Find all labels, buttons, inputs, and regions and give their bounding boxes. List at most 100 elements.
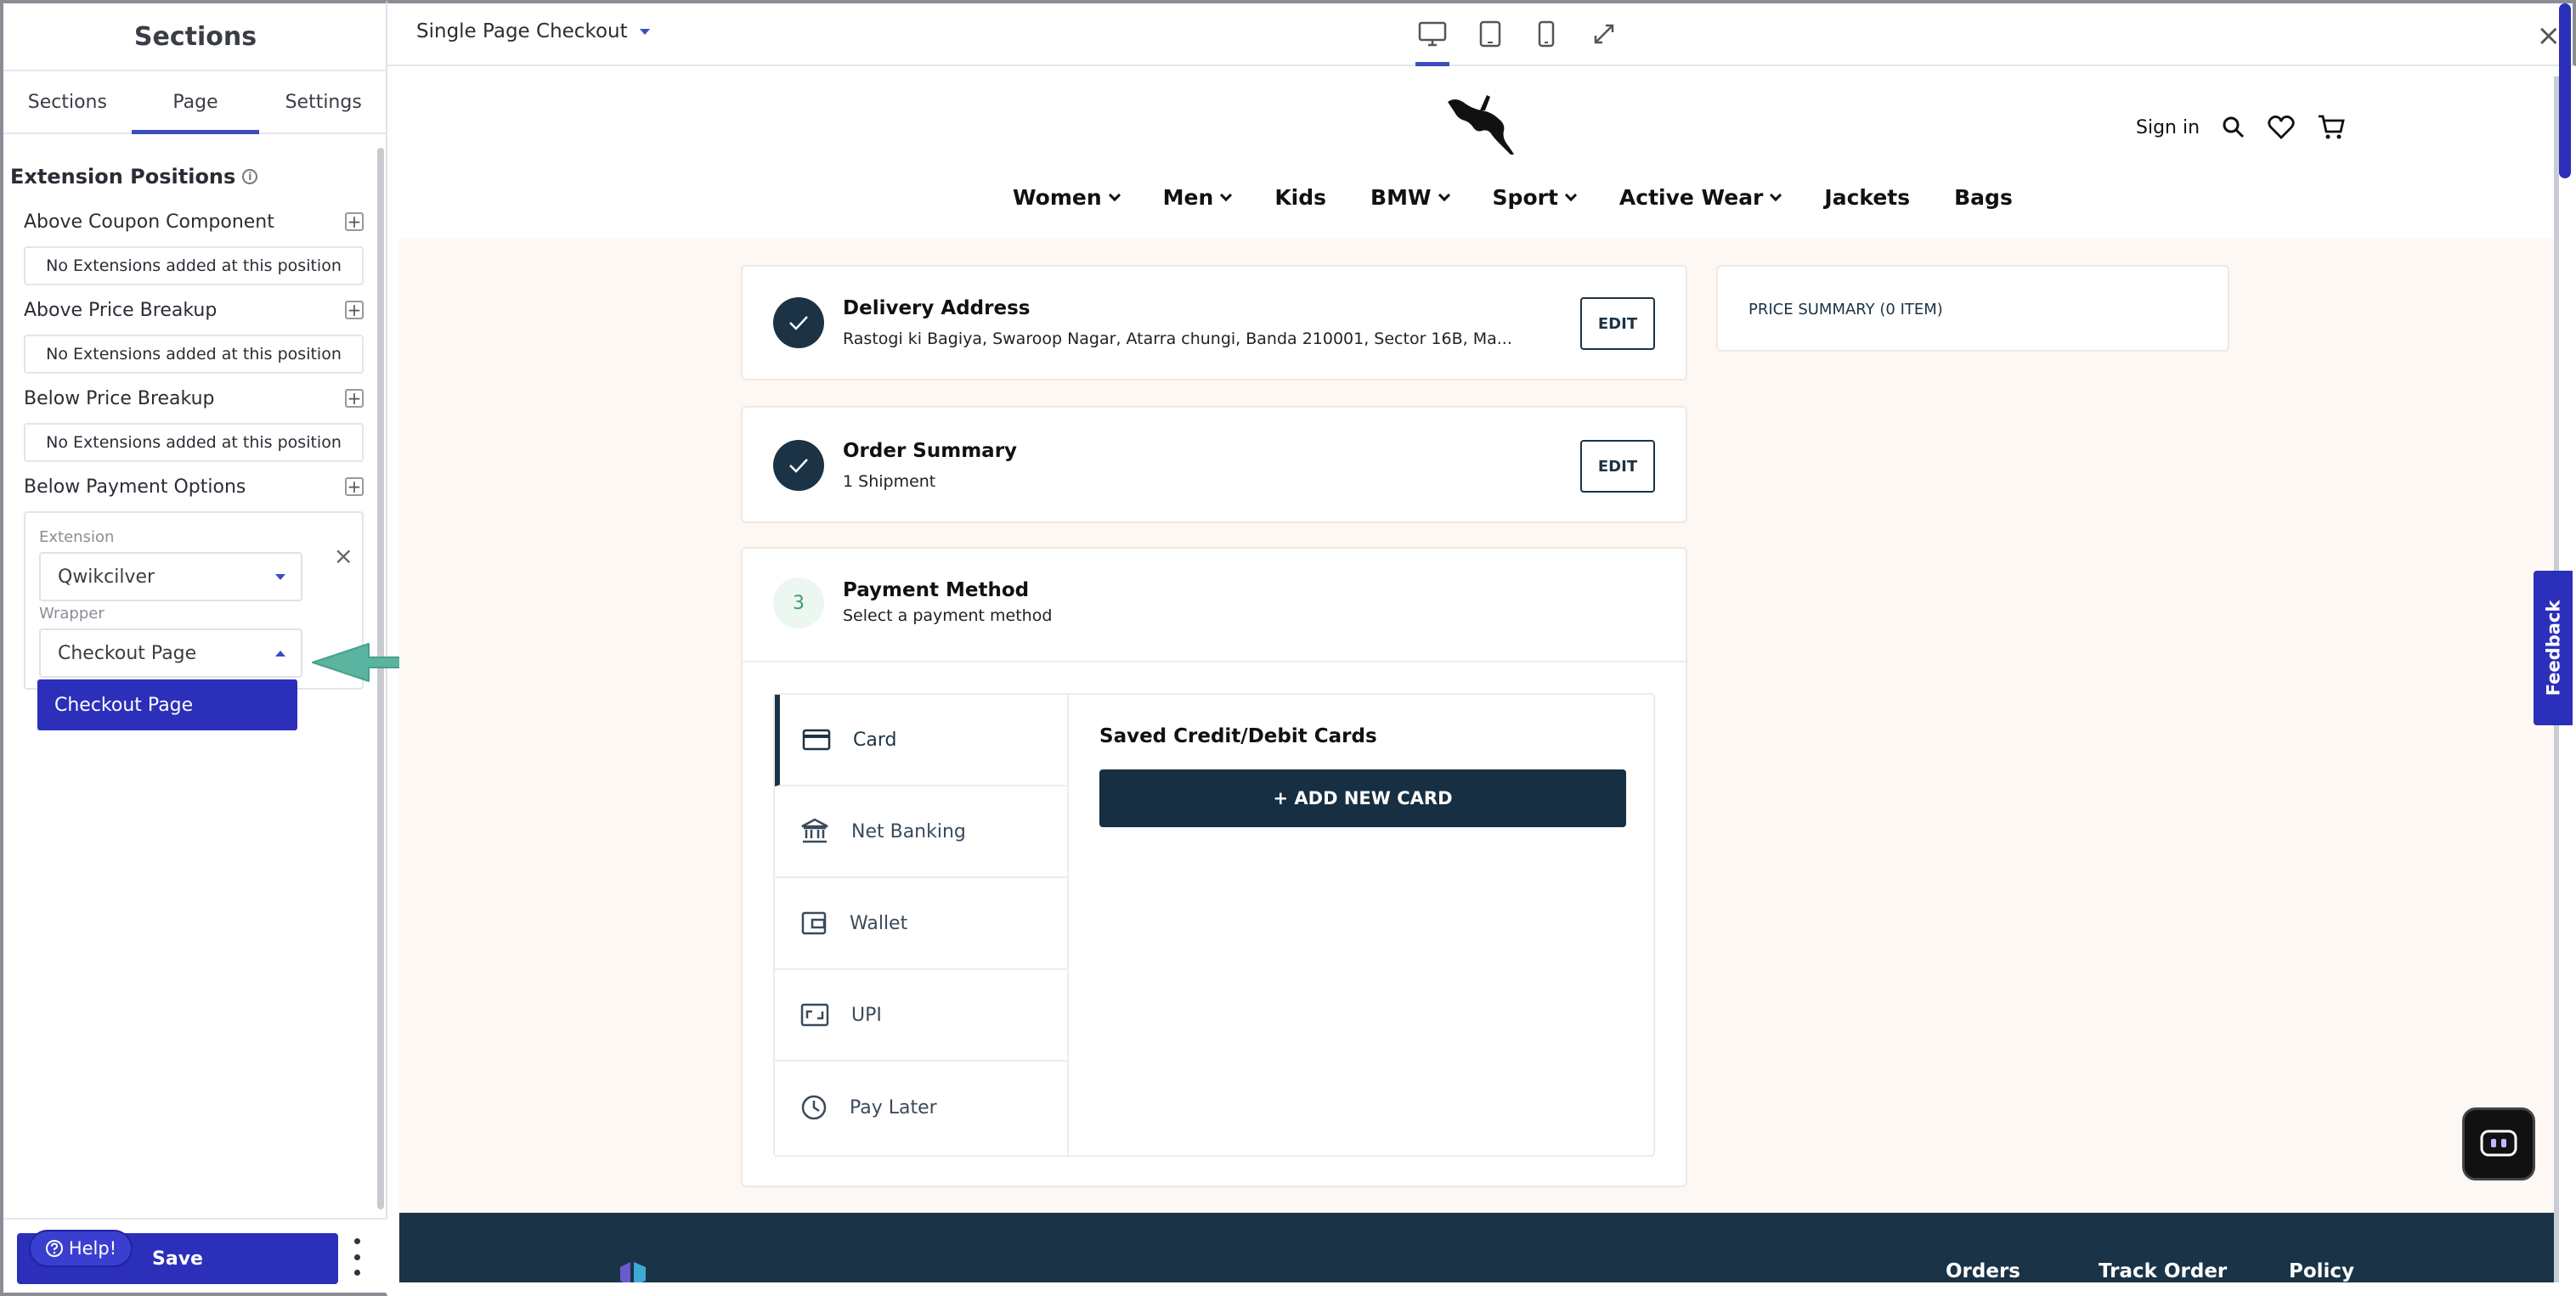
position-above-coupon: Above Coupon Component + xyxy=(24,207,364,236)
add-extension-plus-icon[interactable]: + xyxy=(345,477,364,496)
payment-method-net-banking[interactable]: Net Banking xyxy=(775,786,1067,878)
right-edge-scroll-handle[interactable] xyxy=(2559,3,2571,178)
info-icon[interactable]: i xyxy=(242,169,258,184)
add-new-card-button[interactable]: + ADD NEW CARD xyxy=(1099,769,1626,827)
nav-item-kids[interactable]: Kids xyxy=(1274,185,1326,210)
caret-down-icon xyxy=(639,28,650,35)
payment-methods-list: Card Net Banking Wallet UPI Pay Later xyxy=(775,695,1069,1155)
help-button[interactable]: Help! xyxy=(29,1230,133,1267)
sidebar-tabs: Sections Page Settings xyxy=(3,71,387,134)
order-summary-card: Order Summary 1 Shipment EDIT xyxy=(741,406,1687,523)
close-editor-icon[interactable]: × xyxy=(2537,19,2562,53)
desktop-icon[interactable] xyxy=(1415,17,1449,66)
mobile-icon[interactable] xyxy=(1529,17,1563,51)
payment-method-title: Payment Method xyxy=(843,579,1030,601)
question-icon xyxy=(45,1240,63,1257)
wrapper-select[interactable]: Checkout Page xyxy=(39,628,302,678)
payment-method-wallet[interactable]: Wallet xyxy=(775,878,1067,970)
sidebar-footer: Save Help! xyxy=(3,1218,387,1293)
nav-item-sport[interactable]: Sport xyxy=(1493,185,1577,210)
checkout-preview: Sign in Women Men Kids BMW Sport Active … xyxy=(399,76,2559,1282)
search-icon[interactable] xyxy=(2222,116,2246,139)
footer-link-orders[interactable]: Orders xyxy=(1946,1260,2020,1282)
tab-sections[interactable]: Sections xyxy=(3,71,132,132)
add-extension-plus-icon[interactable]: + xyxy=(345,389,364,408)
caret-up-icon xyxy=(275,651,285,656)
more-options-kebab-icon[interactable] xyxy=(350,1238,364,1276)
footer-link-policy[interactable]: Policy xyxy=(2289,1260,2354,1282)
payment-options-box: Card Net Banking Wallet UPI Pay Later Sa… xyxy=(773,693,1655,1157)
feedback-tab[interactable]: Feedback xyxy=(2534,571,2573,725)
wishlist-heart-icon[interactable] xyxy=(2268,115,2295,140)
page-select-value: Single Page Checkout xyxy=(416,20,628,42)
payment-method-upi[interactable]: UPI xyxy=(775,970,1067,1062)
chat-bot-icon xyxy=(2480,1130,2517,1157)
extension-select[interactable]: Qwikcilver xyxy=(39,552,302,601)
wrapper-select-value: Checkout Page xyxy=(58,642,197,664)
nav-item-women[interactable]: Women xyxy=(1013,185,1121,210)
extension-positions-heading: Extension Positions i xyxy=(10,165,258,189)
position-below-payment-options: Below Payment Options + xyxy=(24,472,364,501)
position-below-price-breakup: Below Price Breakup + xyxy=(24,384,364,413)
clock-icon xyxy=(801,1095,827,1120)
sidebar-title: Sections xyxy=(3,3,387,71)
position-above-price-breakup: Above Price Breakup + xyxy=(24,296,364,324)
order-summary-text: 1 Shipment xyxy=(843,472,936,491)
nav-item-bmw[interactable]: BMW xyxy=(1370,185,1450,210)
bank-icon xyxy=(801,818,828,843)
position-label: Above Price Breakup xyxy=(24,299,217,321)
remove-extension-close-icon[interactable]: × xyxy=(334,542,353,570)
position-label: Below Price Breakup xyxy=(24,387,215,409)
nav-item-bags[interactable]: Bags xyxy=(1954,185,2013,210)
credit-card-icon xyxy=(802,729,831,751)
extension-field-label: Extension xyxy=(39,528,115,546)
expand-icon[interactable] xyxy=(1587,17,1621,51)
step-number-badge: 3 xyxy=(773,578,824,628)
page-select-dropdown[interactable]: Single Page Checkout xyxy=(416,20,650,42)
store-header: Sign in Women Men Kids BMW Sport Active … xyxy=(399,76,2554,238)
empty-position-note: No Extensions added at this position xyxy=(24,423,364,462)
tab-page[interactable]: Page xyxy=(131,71,260,134)
delivery-address-text: Rastogi ki Bagiya, Swaroop Nagar, Atarra… xyxy=(843,330,1512,348)
caret-down-icon xyxy=(275,574,285,580)
chat-widget-button[interactable] xyxy=(2462,1107,2535,1180)
puma-logo-icon[interactable] xyxy=(1443,93,1519,158)
nav-item-men[interactable]: Men xyxy=(1163,185,1233,210)
price-summary-title: PRICE SUMMARY (0 ITEM) xyxy=(1748,301,1943,318)
footer-link-track-order[interactable]: Track Order xyxy=(2099,1260,2227,1282)
cart-icon[interactable] xyxy=(2317,114,2346,141)
payment-method-pay-later[interactable]: Pay Later xyxy=(775,1062,1067,1153)
help-label: Help! xyxy=(68,1238,117,1259)
header-actions: Sign in xyxy=(2136,114,2346,141)
sign-in-link[interactable]: Sign in xyxy=(2136,117,2200,138)
add-extension-plus-icon[interactable]: + xyxy=(345,212,364,231)
payment-method-card-option[interactable]: Card xyxy=(775,695,1067,786)
feedback-label: Feedback xyxy=(2543,600,2564,696)
position-label: Below Payment Options xyxy=(24,476,246,498)
price-summary-card: PRICE SUMMARY (0 ITEM) xyxy=(1716,265,2229,352)
nav-item-active-wear[interactable]: Active Wear xyxy=(1619,185,1782,210)
extension-positions-title: Extension Positions xyxy=(10,165,236,189)
tablet-icon[interactable] xyxy=(1473,17,1507,51)
add-extension-plus-icon[interactable]: + xyxy=(345,301,364,319)
footer-logo-icon xyxy=(620,1262,646,1282)
chevron-down-icon xyxy=(1220,189,1233,201)
editor-topbar: Single Page Checkout × xyxy=(387,0,2576,66)
empty-position-note: No Extensions added at this position xyxy=(24,246,364,285)
delivery-address-title: Delivery Address xyxy=(843,297,1031,319)
delivery-address-card: Delivery Address Rastogi ki Bagiya, Swar… xyxy=(741,265,1687,380)
chevron-down-icon xyxy=(1438,189,1450,201)
store-nav: Women Men Kids BMW Sport Active Wear Jac… xyxy=(1013,185,2013,210)
order-summary-title: Order Summary xyxy=(843,440,1018,462)
payment-method-text: Select a payment method xyxy=(843,606,1053,625)
chevron-down-icon xyxy=(1108,189,1121,201)
edit-address-button[interactable]: EDIT xyxy=(1580,297,1655,350)
chevron-down-icon xyxy=(1770,189,1782,201)
wrapper-option-checkout-page[interactable]: Checkout Page xyxy=(37,679,297,730)
tab-settings[interactable]: Settings xyxy=(259,71,387,132)
chevron-down-icon xyxy=(1564,189,1577,201)
saved-cards-title: Saved Credit/Debit Cards xyxy=(1099,725,1377,747)
nav-item-jackets[interactable]: Jackets xyxy=(1824,185,1910,210)
wallet-icon xyxy=(801,911,827,935)
edit-order-button[interactable]: EDIT xyxy=(1580,440,1655,493)
